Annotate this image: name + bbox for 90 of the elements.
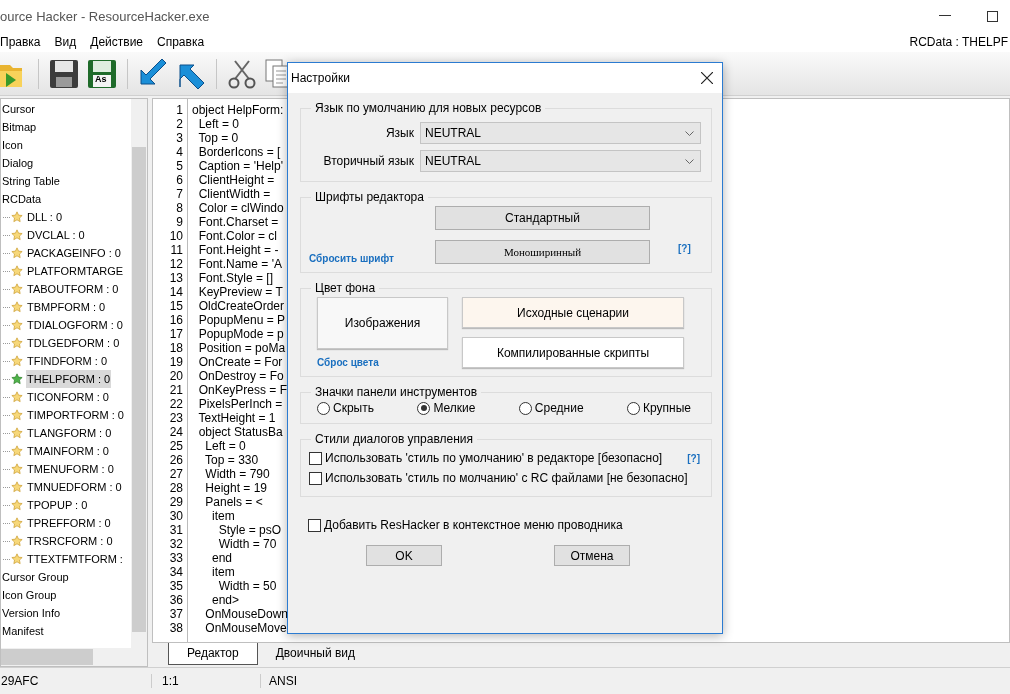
line-number: 1 [175, 103, 183, 117]
line-number: 29 [168, 495, 183, 509]
group-title: Язык по умолчанию для новых ресурсов [314, 101, 543, 115]
code-line: Left = 0 [204, 439, 247, 453]
code-line: Caption = 'Help' [197, 159, 284, 173]
line-number: 15 [168, 299, 183, 313]
code-line: Width = 790 [204, 467, 271, 481]
line-number: 4 [175, 145, 183, 159]
save-as-label: As [95, 72, 107, 85]
code-line: TextHeight = 1 [197, 411, 277, 425]
code-line: item [211, 565, 236, 579]
line-number: 30 [168, 509, 183, 523]
line-number: 19 [168, 355, 183, 369]
line-number: 9 [175, 215, 183, 229]
code-line: Position = poMa [197, 341, 287, 355]
group-title: Стили диалогов управления [314, 432, 475, 446]
group-title: Цвет фона [314, 281, 377, 295]
code-line: Left = 0 [197, 117, 241, 131]
code-line: PixelsPerInch = [197, 397, 284, 411]
line-number: 27 [168, 467, 183, 481]
line-number: 2 [175, 117, 183, 131]
line-number: 6 [175, 173, 183, 187]
code-line: Top = 0 [197, 131, 240, 145]
line-number: 37 [168, 607, 183, 621]
field-label: Язык [385, 126, 414, 140]
code-line: Color = clWindo [197, 201, 285, 215]
line-number: 25 [168, 439, 183, 453]
code-line: Width = 70 [217, 537, 278, 551]
code-line: Style = psO [217, 523, 283, 537]
line-number: 7 [175, 187, 183, 201]
line-number: 36 [168, 593, 183, 607]
code-line: Font.Charset = [197, 215, 280, 229]
line-number: 16 [168, 313, 183, 327]
field-label: Вторичный язык [323, 154, 414, 168]
line-number: 31 [168, 523, 183, 537]
line-number: 17 [168, 327, 183, 341]
status-text: 1:1 [151, 674, 260, 688]
code-line: end [211, 551, 234, 565]
code-line: ClientWidth = [197, 187, 272, 201]
code-line: Height = 19 [204, 481, 269, 495]
line-number: 8 [175, 201, 183, 215]
line-number: 26 [168, 453, 183, 467]
code-line: Font.Name = 'A [197, 257, 283, 271]
code-line: object StatusBa [197, 425, 284, 439]
line-number: 5 [175, 159, 183, 173]
code-line: OnDestroy = Fo [197, 369, 285, 383]
line-number: 12 [168, 257, 183, 271]
line-number: 32 [168, 537, 183, 551]
line-number: 20 [168, 369, 183, 383]
resource-path: RCData : THELPF [909, 35, 1008, 49]
code-line: Font.Color = cl [197, 229, 279, 243]
line-number: 13 [168, 271, 183, 285]
dialog-title: Настройки [291, 71, 350, 85]
code-line: OnMouseDown [204, 607, 289, 621]
code-line: end> [211, 593, 241, 607]
line-number: 23 [168, 411, 183, 425]
line-number: 33 [168, 551, 183, 565]
line-number: 22 [168, 397, 183, 411]
line-number: 3 [175, 131, 183, 145]
window-title: ource Hacker - ResourceHacker.exe [0, 8, 211, 24]
code-line: PopupMode = p [197, 327, 285, 341]
code-line: OldCreateOrder [197, 299, 286, 313]
line-number: 10 [168, 229, 183, 243]
code-line: ClientHeight = [197, 173, 276, 187]
status-text: ANSI [260, 674, 297, 688]
line-number: 34 [168, 565, 183, 579]
code-line: Font.Height = - [197, 243, 280, 257]
code-line: BorderIcons = [ [197, 145, 282, 159]
line-number: 38 [168, 621, 183, 635]
code-line: Top = 330 [204, 453, 260, 467]
line-number: 14 [168, 285, 183, 299]
line-number: 28 [168, 481, 183, 495]
group-title: Шрифты редактора [314, 190, 425, 204]
code-line: OnCreate = For [197, 355, 284, 369]
code-line: Width = 50 [217, 579, 278, 593]
code-line: KeyPreview = T [197, 285, 284, 299]
code-line: object HelpForm: [192, 103, 285, 117]
code-line: OnKeyPress = F [197, 383, 289, 397]
line-number: 21 [168, 383, 183, 397]
group-title: Значки панели инструментов [314, 385, 479, 399]
code-line: item [211, 509, 236, 523]
line-number: 11 [169, 243, 183, 257]
line-number: 24 [168, 425, 183, 439]
code-line: OnMouseMove [204, 621, 288, 635]
code-line: Font.Style = [] [197, 271, 275, 285]
code-line: Panels = < [204, 495, 264, 509]
line-number: 18 [168, 341, 183, 355]
line-number: 35 [168, 579, 183, 593]
status-text: 29AFC [0, 674, 40, 688]
code-line: PopupMenu = P [197, 313, 287, 327]
